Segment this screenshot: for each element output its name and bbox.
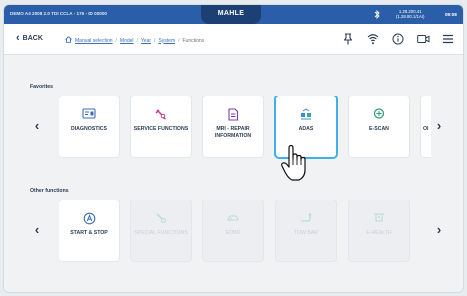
back-button[interactable]: ‹ BACK bbox=[16, 32, 43, 44]
breadcrumb-model[interactable]: Model bbox=[120, 38, 134, 44]
breadcrumb-separator: / bbox=[136, 37, 138, 44]
breadcrumb-year[interactable]: Year bbox=[141, 38, 151, 44]
back-label: BACK bbox=[22, 34, 43, 42]
adas-icon bbox=[276, 108, 336, 122]
other-prev-button[interactable]: ‹ bbox=[32, 222, 42, 240]
breadcrumb-separator: / bbox=[115, 37, 117, 44]
ip-address: 1.28.200.41 (1.28.80.1/1AI) bbox=[396, 9, 424, 19]
tile-service-functions[interactable]: SERVICE FUNCTIONS bbox=[131, 96, 191, 157]
breadcrumb-separator: / bbox=[178, 37, 180, 44]
tile-label: EOBD bbox=[225, 230, 241, 236]
tile-label: SERVICE FUNCTIONS bbox=[133, 126, 189, 132]
other-next-button[interactable]: › bbox=[434, 222, 444, 240]
tile-label: MRI - REPAIR INFORMATION bbox=[214, 126, 252, 139]
toolbar bbox=[341, 32, 455, 46]
status-bar: DEMO A4 2008 2.0 TDI CCLA - 175 - ID 000… bbox=[4, 5, 463, 24]
info-icon[interactable] bbox=[391, 32, 405, 46]
eobd-icon bbox=[203, 212, 263, 226]
home-icon[interactable] bbox=[65, 36, 72, 45]
breadcrumb-separator: / bbox=[154, 37, 156, 44]
tile-e-scan[interactable]: E-SCAN bbox=[349, 96, 409, 157]
favorites-tiles: DIAGNOSTICS SERVICE FUNCTIONS MRI - REPA… bbox=[59, 96, 431, 160]
app-window: DEMO A4 2008 2.0 TDI CCLA - 175 - ID 000… bbox=[3, 4, 464, 293]
pin-icon[interactable] bbox=[341, 32, 355, 46]
vehicle-info: DEMO A4 2008 2.0 TDI CCLA - 175 - ID 000… bbox=[10, 11, 107, 16]
e-health-icon bbox=[349, 212, 409, 226]
bluetooth-icon bbox=[374, 9, 380, 21]
special-functions-icon bbox=[131, 212, 191, 226]
tile-repair-information[interactable]: MRI - REPAIR INFORMATION bbox=[203, 96, 263, 157]
tow-bar-icon bbox=[276, 212, 336, 226]
tile-eobd[interactable]: EOBD bbox=[203, 200, 263, 261]
tile-label: ADAS bbox=[298, 126, 314, 132]
start-stop-icon bbox=[59, 212, 119, 226]
brand-logo: MAHLE bbox=[201, 5, 261, 24]
favorites-next-button[interactable]: › bbox=[434, 118, 444, 136]
tile-label: START & STOP bbox=[70, 230, 108, 236]
tile-label: SPECIAL FUNCTIONS bbox=[134, 230, 188, 236]
chevron-left-icon: ‹ bbox=[16, 32, 20, 44]
hand-cursor-icon bbox=[280, 144, 308, 184]
tile-tow-bar[interactable]: TOW BAR bbox=[276, 200, 336, 261]
other-functions-row: ‹ START & STOP SPECIAL FUNCTIONS EOBD TO… bbox=[18, 200, 452, 264]
clock: 09:08 bbox=[445, 12, 457, 17]
tile-special-functions[interactable]: SPECIAL FUNCTIONS bbox=[131, 200, 191, 261]
favorites-row: ‹ DIAGNOSTICS SERVICE FUNCTIONS MRI - RE… bbox=[18, 96, 452, 160]
other-functions-title: Other functions bbox=[30, 188, 69, 194]
tile-label: E-SCAN bbox=[369, 126, 389, 132]
favorites-title: Favorites bbox=[30, 84, 54, 90]
tile-label: E-HEALTH bbox=[366, 230, 392, 236]
signal-icon[interactable] bbox=[366, 32, 380, 46]
tile-start-stop[interactable]: START & STOP bbox=[59, 200, 119, 261]
breadcrumb-manual-selection[interactable]: Manual selection bbox=[75, 38, 113, 44]
tile-label: OI bbox=[423, 126, 429, 132]
breadcrumb-current: Functions bbox=[182, 37, 205, 44]
camera-icon[interactable] bbox=[416, 32, 430, 46]
ip-line-2: (1.28.80.1/1AI) bbox=[396, 14, 425, 19]
breadcrumb: Manual selection / Model / Year / System… bbox=[65, 36, 204, 45]
navigation-bar: ‹ BACK Manual selection / Model / Year /… bbox=[4, 24, 463, 55]
repair-info-icon bbox=[203, 108, 263, 122]
other-tiles: START & STOP SPECIAL FUNCTIONS EOBD TOW … bbox=[59, 200, 431, 264]
breadcrumb-system[interactable]: System bbox=[158, 38, 175, 44]
menu-icon[interactable] bbox=[441, 32, 455, 46]
tile-diagnostics[interactable]: DIAGNOSTICS bbox=[59, 96, 119, 157]
tile-e-health[interactable]: E-HEALTH bbox=[349, 200, 409, 261]
tile-label: DIAGNOSTICS bbox=[70, 126, 108, 132]
favorites-prev-button[interactable]: ‹ bbox=[32, 118, 42, 136]
tile-partial[interactable]: OI bbox=[421, 96, 431, 157]
service-functions-icon bbox=[131, 108, 191, 122]
tile-label: TOW BAR bbox=[293, 230, 319, 236]
diagnostics-icon bbox=[59, 108, 119, 122]
e-scan-icon bbox=[349, 108, 409, 122]
